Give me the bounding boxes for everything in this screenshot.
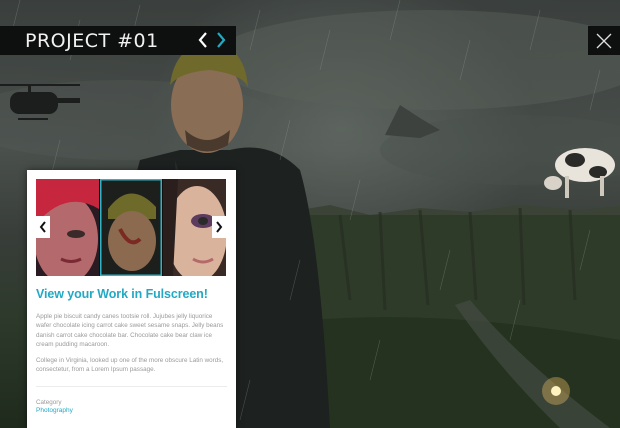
divider — [36, 386, 227, 387]
category-label: Category — [36, 399, 62, 406]
close-button[interactable] — [588, 26, 620, 55]
description-line: Apple pie biscuit candy canes tootsie ro… — [36, 313, 213, 320]
card-heading: View your Work in Fulscreen! — [36, 287, 208, 301]
project-nav — [196, 30, 228, 50]
chevron-left-icon — [198, 32, 207, 48]
close-x-icon — [596, 33, 612, 48]
project-title-bar: PROJECT #01 — [0, 26, 236, 55]
gallery-prev-button[interactable] — [36, 216, 50, 238]
description-line: danish carrot cake chocolate bar. Chocol… — [36, 331, 213, 339]
description-line: cream pudding macaroon. — [36, 340, 110, 348]
description-line: College in Virginia, looked up one of th… — [36, 357, 224, 364]
description-line: wafer chocolate icing carrot cake sweet … — [36, 322, 224, 330]
chevron-right-icon — [216, 221, 223, 233]
next-project-button[interactable] — [214, 30, 228, 50]
gallery-thumbnail-selected[interactable] — [100, 179, 162, 276]
description-line: consectetur, from a Lorem Ipsum passage. — [36, 366, 156, 374]
project-info-card: View your Work in Fulscreen! Apple pie b… — [27, 170, 236, 428]
category-link[interactable]: Photography — [36, 407, 73, 414]
description-paragraph-1: Apple pie biscuit candy canes tootsie ro… — [36, 312, 228, 349]
previous-project-button[interactable] — [196, 30, 210, 50]
chevron-right-icon — [217, 32, 226, 48]
description-paragraph-2: College in Virginia, looked up one of th… — [36, 356, 228, 375]
chevron-left-icon — [39, 221, 46, 233]
thumbnail-gallery — [36, 179, 226, 276]
gallery-next-button[interactable] — [212, 216, 226, 238]
project-title: PROJECT #01 — [25, 29, 159, 52]
thumbnail-image — [100, 179, 162, 276]
